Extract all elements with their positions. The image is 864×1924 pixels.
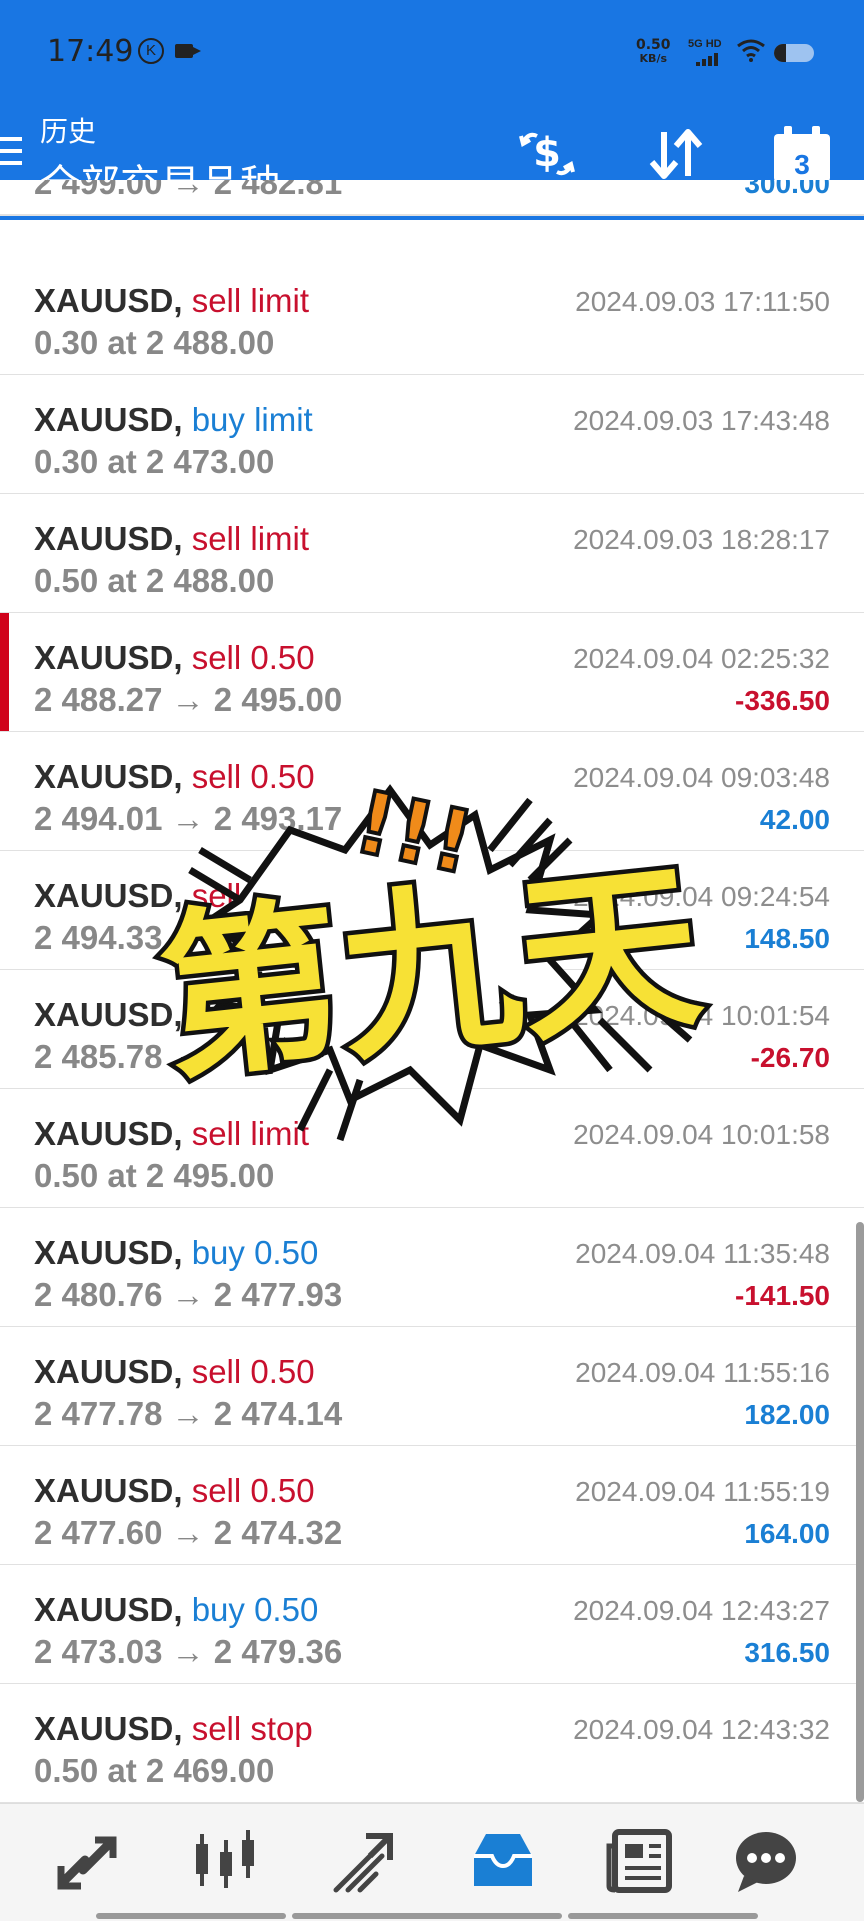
row-profit: -141.50 <box>735 1280 830 1311</box>
partial-row[interactable]: 2 499.00 → 2 482.81 300.00 <box>0 180 864 216</box>
bottom-nav <box>0 1803 864 1921</box>
sticker-caption: 第九天 <box>151 841 710 1105</box>
calendar-icon[interactable]: 3 <box>770 122 834 186</box>
signal-bars-icon <box>696 48 720 66</box>
row-header: XAUUSD, buy 0.50 <box>34 1234 318 1272</box>
history-row[interactable]: XAUUSD, sell 0.50 2 488.27 → 2 495.00 2024… <box>0 613 864 733</box>
row-time: 2024.09.03 18:28:17 <box>573 524 830 555</box>
row-time: 2024.09.04 11:35:48 <box>575 1238 830 1269</box>
row-time: 2024.09.04 12:43:32 <box>573 1714 830 1745</box>
row-time: 2024.09.04 11:55:16 <box>575 1357 830 1388</box>
row-detail: 2 473.03 → 2 479.36 <box>34 1633 343 1670</box>
row-profit: 182.00 <box>744 1399 830 1430</box>
row-detail: 0.50 at 2 469.00 <box>34 1752 275 1789</box>
loss-marker <box>0 613 9 731</box>
row-time: 2024.09.03 17:43:48 <box>573 405 830 436</box>
status-bar: 17:49 K 0.50 KB/s 5G HD <box>0 0 864 100</box>
history-row[interactable]: XAUUSD, sell 0.50 2 477.78 → 2 474.14 2024… <box>0 1327 864 1447</box>
history-row[interactable]: XAUUSD, sell stop 0.50 at 2 469.00 2024.09… <box>0 1684 864 1804</box>
row-detail: 0.50 at 2 495.00 <box>34 1157 275 1194</box>
trade-icon[interactable] <box>330 1826 400 1896</box>
row-header: XAUUSD, buy 0.50 <box>34 1591 318 1629</box>
sort-icon[interactable] <box>644 122 708 186</box>
status-time: 17:49 <box>47 34 134 69</box>
partial-row-profit: 300.00 <box>744 180 830 199</box>
row-header: XAUUSD, sell 0.50 <box>34 1472 315 1510</box>
history-row[interactable]: XAUUSD, buy 0.50 2 480.76 → 2 477.93 2024.… <box>0 1208 864 1328</box>
row-detail: 0.30 at 2 473.00 <box>34 443 275 480</box>
battery-fill <box>774 44 786 62</box>
row-symbol: XAUUSD, <box>34 1353 183 1390</box>
page-subtitle: 历史 <box>40 116 97 147</box>
row-header: XAUUSD, buy limit <box>34 401 313 439</box>
row-symbol: XAUUSD, <box>34 282 183 319</box>
currency-exchange-icon[interactable]: $ <box>515 122 579 186</box>
camera-icon <box>175 44 201 58</box>
row-type: buy 0.50 <box>191 1234 319 1271</box>
calendar-day: 3 <box>794 149 810 180</box>
row-profit: -26.70 <box>750 1042 830 1073</box>
row-time: 2024.09.04 11:55:19 <box>575 1476 830 1507</box>
wifi-icon <box>737 39 765 62</box>
row-header: XAUUSD, sell stop <box>34 1710 313 1748</box>
row-type: sell limit <box>191 282 310 319</box>
row-symbol: XAUUSD, <box>34 639 183 676</box>
history-row[interactable]: XAUUSD, buy limit 0.30 at 2 473.00 2024.09… <box>0 375 864 495</box>
day-nine-sticker: !!! 第九天 <box>146 770 714 1142</box>
row-profit: 316.50 <box>744 1637 830 1668</box>
row-detail: 2 477.78 → 2 474.14 <box>34 1395 343 1432</box>
partial-row-detail: 2 499.00 → 2 482.81 <box>34 180 343 201</box>
row-detail: 0.50 at 2 488.00 <box>34 562 275 599</box>
history-row[interactable]: XAUUSD, sell limit 0.50 at 2 488.00 2024.0… <box>0 494 864 614</box>
row-symbol: XAUUSD, <box>34 520 183 557</box>
row-type: sell stop <box>191 1710 313 1747</box>
row-symbol: XAUUSD, <box>34 1234 183 1271</box>
net-speed-value: 0.50 <box>636 37 671 53</box>
row-type: sell 0.50 <box>191 639 315 676</box>
messages-icon[interactable] <box>730 1826 800 1896</box>
history-row[interactable]: XAUUSD, sell 0.50 2 477.60 → 2 474.32 2024… <box>0 1446 864 1566</box>
row-time: 2024.09.03 17:11:50 <box>575 286 830 317</box>
row-detail: 0.30 at 2 488.00 <box>34 324 275 361</box>
row-type: sell limit <box>191 520 310 557</box>
row-profit: 42.00 <box>759 804 830 835</box>
row-time: 2024.09.04 02:25:32 <box>573 643 830 674</box>
row-profit: 148.50 <box>744 923 830 954</box>
k-badge-icon: K <box>138 38 164 64</box>
history-icon[interactable] <box>468 1826 538 1896</box>
hamburger-menu-icon[interactable] <box>0 137 22 173</box>
gesture-bar <box>96 1906 768 1919</box>
net-speed: 0.50 KB/s <box>636 38 671 66</box>
row-time: 2024.09.04 12:43:27 <box>573 1595 830 1626</box>
row-type: buy 0.50 <box>191 1591 319 1628</box>
row-header: XAUUSD, sell 0.50 <box>34 1353 315 1391</box>
history-row[interactable]: XAUUSD, sell limit 0.30 at 2 488.00 2024.0… <box>0 256 864 376</box>
row-detail: 2 477.60 → 2 474.32 <box>34 1514 343 1551</box>
net-speed-unit: KB/s <box>639 52 668 65</box>
row-profit: -336.50 <box>735 685 830 716</box>
svg-text:$: $ <box>533 130 561 176</box>
history-row[interactable]: XAUUSD, buy 0.50 2 473.03 → 2 479.36 2024.… <box>0 1565 864 1685</box>
row-detail: 2 480.76 → 2 477.93 <box>34 1276 343 1313</box>
row-profit: 164.00 <box>744 1518 830 1549</box>
row-header: XAUUSD, sell 0.50 <box>34 639 315 677</box>
row-detail: 2 488.27 → 2 495.00 <box>34 681 343 718</box>
row-header: XAUUSD, sell limit <box>34 520 309 558</box>
scrollbar[interactable] <box>856 1222 864 1802</box>
battery-icon <box>774 44 814 62</box>
row-symbol: XAUUSD, <box>34 1591 183 1628</box>
row-symbol: XAUUSD, <box>34 1710 183 1747</box>
row-symbol: XAUUSD, <box>34 1472 183 1509</box>
quotes-icon[interactable] <box>55 1826 125 1896</box>
row-type: sell 0.50 <box>191 1353 315 1390</box>
news-icon[interactable] <box>605 1826 675 1896</box>
chart-icon[interactable] <box>190 1826 260 1896</box>
row-symbol: XAUUSD, <box>34 401 183 438</box>
row-type: sell 0.50 <box>191 1472 315 1509</box>
row-type: buy limit <box>191 401 313 438</box>
row-header: XAUUSD, sell limit <box>34 282 309 320</box>
